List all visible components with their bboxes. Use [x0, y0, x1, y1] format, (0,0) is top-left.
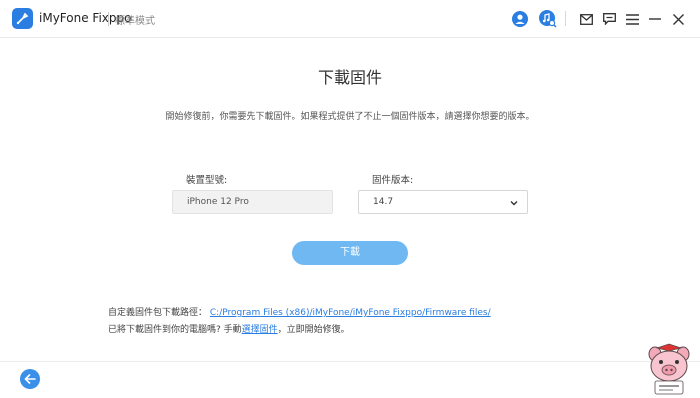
close-icon[interactable]: [668, 9, 688, 29]
feedback-icon[interactable]: [599, 9, 619, 29]
manual-select-line: 已將下載固件到你的電腦嗎? 手動選擇固件，立即開始修復。: [108, 322, 350, 335]
minimize-icon[interactable]: [645, 9, 665, 29]
model-label: 裝置型號:: [186, 175, 228, 186]
arrow-left-icon: [24, 374, 36, 384]
music-search-icon[interactable]: [538, 9, 558, 29]
download-path-link[interactable]: C:/Program Files (x86)/iMyFone/iMyFone F…: [210, 308, 491, 318]
title-divider: [108, 12, 109, 26]
device-model-value: iPhone 12 Pro: [187, 197, 249, 207]
pig-mascot-watermark: [648, 343, 690, 395]
manual-select-prefix: 已將下載固件到你的電腦嗎? 手動: [108, 325, 242, 335]
mode-label: 標準模式: [115, 16, 155, 27]
titlebar-divider: [565, 11, 566, 26]
device-model-field: iPhone 12 Pro: [172, 190, 333, 214]
manual-select-suffix: ，立即開始修復。: [277, 325, 350, 335]
version-label: 固件版本:: [372, 175, 414, 186]
download-path-label: 自定義固件包下載路徑：: [108, 308, 208, 318]
firmware-version-select[interactable]: 14.7: [358, 190, 528, 214]
select-firmware-link[interactable]: 選擇固件: [242, 325, 278, 335]
download-button[interactable]: 下載: [292, 241, 408, 265]
firmware-version-value: 14.7: [373, 197, 394, 207]
page-description: 開始修復前，你需要先下載固件。如果程式提供了不止一個固件版本，請選擇你想要的版本…: [165, 112, 535, 122]
chevron-down-icon: [510, 201, 518, 206]
bottom-bar: [0, 361, 700, 398]
app-logo-icon: [12, 8, 33, 29]
page-title: 下載固件: [317, 68, 382, 87]
download-path-line: 自定義固件包下載路徑： C:/Program Files (x86)/iMyFo…: [108, 305, 491, 318]
title-bar: iMyFone Fixppo 標準模式: [0, 0, 700, 38]
mail-icon[interactable]: [576, 9, 596, 29]
menu-icon[interactable]: [622, 9, 642, 29]
back-button[interactable]: [20, 369, 40, 389]
account-icon[interactable]: [510, 9, 530, 29]
